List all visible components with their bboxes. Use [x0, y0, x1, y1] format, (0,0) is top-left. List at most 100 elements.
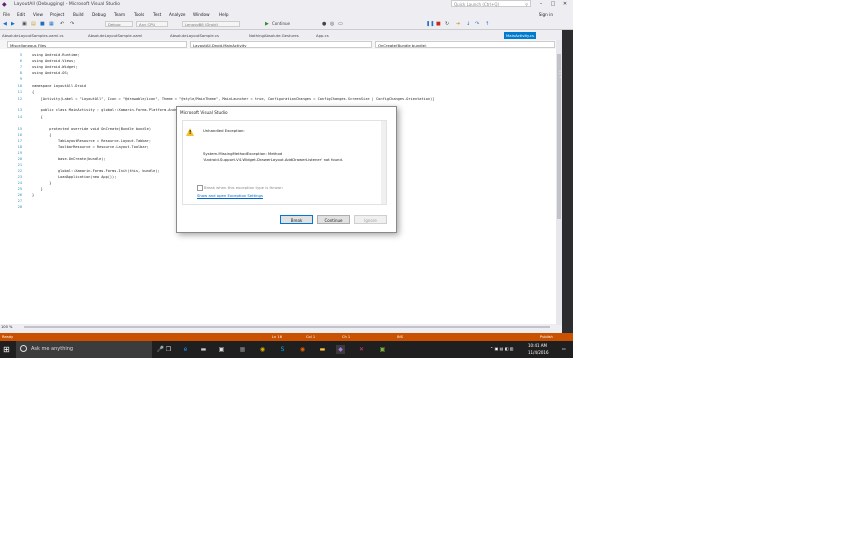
zoom-level[interactable]: 100 %	[1, 324, 12, 330]
tab-absolute-layout-samples-xaml-cs[interactable]: AbsoluteLayoutSamples.xaml.cs	[2, 32, 64, 39]
pause-icon[interactable]: ❚❚	[426, 21, 434, 27]
break-on-exception-checkbox[interactable]	[197, 185, 203, 191]
device-dropdown[interactable]: LenovoB8 (Droid)	[182, 20, 240, 27]
skype-icon[interactable]: S	[278, 345, 287, 354]
project-dropdown[interactable]: Miscellaneous Files	[7, 41, 187, 48]
redo-icon[interactable]: ↷	[70, 21, 74, 27]
exception-heading: Unhandled Exception:	[203, 128, 245, 133]
config-dropdown[interactable]: Debug	[105, 20, 133, 27]
menu-help[interactable]: Help	[219, 12, 229, 17]
clock-date[interactable]: 11/4/2016	[528, 350, 549, 355]
menu-file[interactable]: File	[3, 12, 10, 17]
dialog-title: Microsoft Visual Studio	[180, 110, 228, 115]
line-number: 11	[17, 90, 22, 94]
status-insert-mode: INS	[397, 335, 404, 339]
dialog-scrollbar[interactable]	[381, 121, 386, 204]
tab-nothing-absolute-gestures[interactable]: NothingAbsolute.Gestures	[249, 32, 299, 39]
line-number: 9	[19, 77, 22, 81]
task-view-icon[interactable]: ❐	[164, 345, 173, 354]
step-over-icon[interactable]: ↷	[475, 21, 479, 27]
chrome-icon[interactable]: ◉	[258, 345, 267, 354]
line-number: 20	[17, 157, 22, 161]
menu-tools[interactable]: Tools	[134, 12, 144, 17]
line-number: 24	[17, 181, 22, 185]
line-number: 10	[17, 84, 22, 88]
menu-build[interactable]: Build	[73, 12, 84, 17]
menu-debug[interactable]: Debug	[92, 12, 106, 17]
show-next-statement-icon[interactable]: ➔	[456, 21, 460, 27]
tab-app-cs[interactable]: App.cs	[316, 32, 329, 39]
continue-dialog-button[interactable]: Continue	[317, 215, 350, 224]
ignore-button[interactable]: Ignore	[354, 215, 387, 224]
publish-button[interactable]: Publish	[540, 333, 553, 341]
tab-main-activity-cs[interactable]: MainActivity.cs	[504, 32, 536, 39]
menu-team[interactable]: Team	[114, 12, 125, 17]
solution-explorer-tab[interactable]: ◂ ▸ ▾	[558, 70, 563, 78]
menu-view[interactable]: View	[33, 12, 43, 17]
breakpoint-icon[interactable]: ●	[322, 21, 326, 27]
tab-absolute-layout-sample-cs[interactable]: AbsoluteLayoutSample.cs	[170, 32, 219, 39]
clock-time[interactable]: 10:41 AM	[528, 343, 547, 348]
android-icon[interactable]: ▣	[378, 345, 387, 354]
break-button[interactable]: Break	[280, 215, 313, 224]
menu-edit[interactable]: Edit	[17, 12, 25, 17]
code-line: {	[32, 90, 35, 94]
quick-launch-input[interactable]: Quick Launch (Ctrl+Q) ⚲	[451, 0, 531, 7]
type-dropdown[interactable]: LayoutAll.Droid.MainActivity	[190, 41, 372, 48]
folder-icon[interactable]: ▬	[318, 345, 327, 354]
member-dropdown[interactable]: OnCreate(Bundle bundle)	[375, 41, 555, 48]
file-explorer-icon[interactable]: ▬	[199, 345, 208, 354]
forward-icon[interactable]: ▶	[11, 21, 15, 27]
xamarin-icon[interactable]: ✕	[357, 345, 366, 354]
menu-project[interactable]: Project	[50, 12, 64, 17]
tab-absolute-layout-sample-xaml[interactable]: AbsoluteLayoutSample.xaml	[88, 32, 142, 39]
minimize-button[interactable]: –	[536, 0, 546, 8]
search-placeholder: Ask me anything	[31, 346, 74, 352]
menu-window[interactable]: Window	[193, 12, 210, 17]
visual-studio-taskbar-icon[interactable]: ◆	[336, 345, 345, 354]
windows-start-icon[interactable]: ⊞	[3, 345, 12, 354]
save-all-icon[interactable]: ▦	[49, 21, 54, 27]
search-icon: ⚲	[525, 2, 528, 7]
continue-button[interactable]: Continue	[272, 21, 290, 27]
back-icon[interactable]: ◀	[3, 21, 7, 27]
continue-icon[interactable]: ▶	[265, 21, 269, 27]
stop-icon[interactable]: ■	[436, 21, 441, 27]
menu-analyze[interactable]: Analyze	[169, 12, 186, 17]
restart-icon[interactable]: ↻	[445, 21, 449, 27]
line-number: 17	[17, 139, 22, 143]
close-button[interactable]: ✕	[560, 0, 570, 8]
firefox-icon[interactable]: ◉	[298, 345, 307, 354]
line-number: 15	[17, 127, 22, 131]
sign-in-link[interactable]: Sign in	[539, 12, 553, 17]
code-line: {	[32, 133, 52, 137]
code-line: using Android.Views;	[32, 59, 76, 63]
maximize-button[interactable]: □	[548, 0, 558, 8]
screen-icon[interactable]: ▭	[338, 21, 343, 27]
new-project-icon[interactable]: ▣	[22, 21, 27, 27]
horizontal-scrollbar[interactable]	[24, 326, 550, 328]
tray-icons[interactable]: ⌃ ▣ ▤ ◧ ▥	[490, 346, 514, 351]
code-line: base.OnCreate(bundle);	[32, 157, 106, 161]
save-icon[interactable]: ■	[40, 21, 45, 27]
store-icon[interactable]: ▣	[217, 345, 226, 354]
menu-test[interactable]: Test	[153, 12, 161, 17]
line-number: 5	[19, 53, 22, 57]
open-folder-icon[interactable]: ▤	[31, 21, 36, 27]
code-line: LoadApplication(new App());	[32, 175, 117, 179]
platform-dropdown[interactable]: Any CPU	[136, 20, 168, 27]
undo-icon[interactable]: ↶	[60, 21, 64, 27]
exception-settings-link[interactable]: Show and open Exception Settings	[197, 193, 263, 198]
edge-icon[interactable]: e	[181, 345, 190, 354]
scrollbar-thumb[interactable]	[557, 54, 561, 219]
step-into-icon[interactable]: ↓	[466, 21, 470, 27]
cortana-search-box[interactable]: Ask me anything	[16, 341, 152, 358]
calculator-icon[interactable]: ▦	[238, 345, 247, 354]
code-line: using Android.Widget;	[32, 65, 78, 69]
line-number: 6	[19, 59, 22, 63]
notifications-icon[interactable]: ▭	[562, 346, 566, 351]
debug-tool-icon[interactable]: ◎	[330, 21, 334, 27]
side-tool-panel[interactable]: ◂ ▸ ▾	[558, 30, 573, 333]
code-line: using Android.Runtime;	[32, 53, 80, 57]
step-out-icon[interactable]: ↑	[485, 21, 489, 27]
